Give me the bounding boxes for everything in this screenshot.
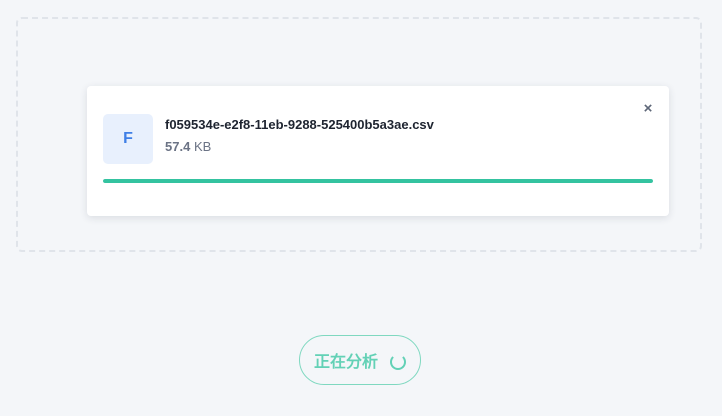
upload-dropzone[interactable]: F f059534e-e2f8-11eb-9288-525400b5a3ae.c… bbox=[16, 17, 702, 252]
file-card: F f059534e-e2f8-11eb-9288-525400b5a3ae.c… bbox=[87, 86, 669, 216]
close-icon[interactable]: × bbox=[639, 99, 657, 117]
file-name: f059534e-e2f8-11eb-9288-525400b5a3ae.csv bbox=[165, 117, 434, 132]
file-icon-letter: F bbox=[123, 130, 133, 147]
file-icon: F bbox=[103, 114, 153, 164]
close-glyph: × bbox=[643, 99, 653, 117]
file-size-unit: KB bbox=[193, 139, 212, 154]
file-size: 57.4 KB bbox=[165, 139, 211, 154]
analyze-button[interactable]: 正在分析 bbox=[299, 335, 421, 385]
upload-progress-fill bbox=[103, 179, 653, 183]
loading-spinner-icon bbox=[390, 354, 406, 370]
upload-progress-bar bbox=[103, 179, 653, 183]
file-size-value: 57.4 bbox=[165, 139, 191, 154]
analyze-button-label: 正在分析 bbox=[313, 352, 378, 371]
